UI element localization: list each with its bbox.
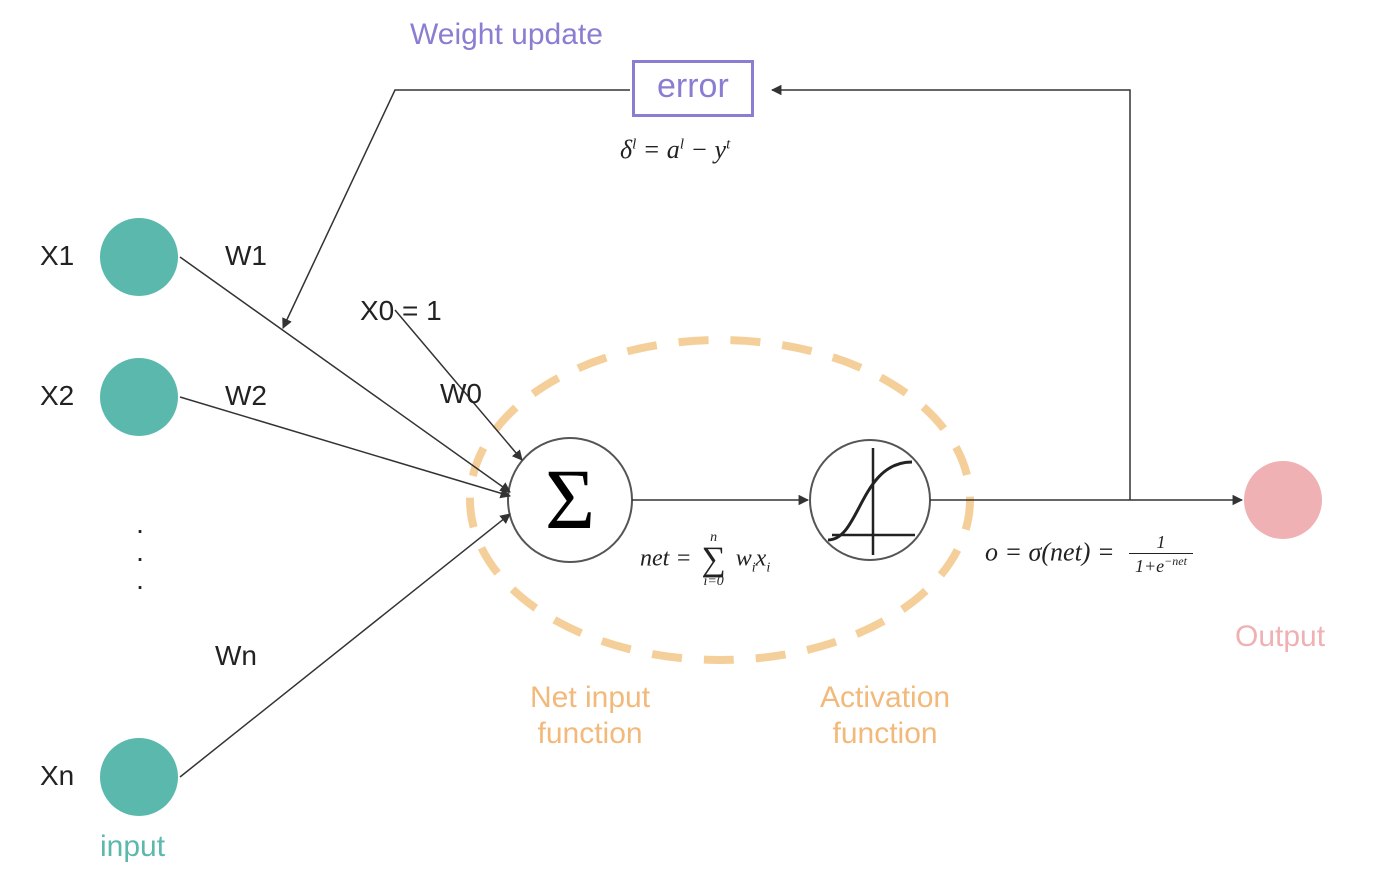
diagram-stage: Σ X1 X2 Xn ... input W1 W2 Wn W0 X0 = 1 … (0, 0, 1400, 886)
label-wn: Wn (215, 640, 257, 672)
sum-circle (508, 438, 632, 562)
act-lhs: o = σ(net) = (985, 537, 1115, 566)
output-caption: Output (1235, 620, 1325, 654)
net-w: w (736, 546, 752, 572)
sigmoid-curve (828, 462, 912, 540)
input-caption: input (100, 830, 165, 864)
frac-bot-exp: −net (1164, 554, 1187, 568)
input-node-x2 (100, 358, 178, 436)
processing-ellipse (470, 340, 970, 660)
frac-top: 1 (1129, 532, 1193, 554)
activation-caption: Activation function (820, 680, 950, 752)
frac-bot-a: 1+e (1135, 556, 1164, 576)
net-formula: net = n ∑ i=0 wixi (640, 530, 770, 590)
net-xi: i (766, 560, 770, 575)
act-caption-2: function (833, 717, 938, 750)
input-ellipsis: ... (134, 510, 146, 594)
edge-error-to-weights (283, 90, 630, 328)
err-supt: t (726, 136, 730, 152)
activation-circle (810, 440, 930, 560)
error-box-text: error (657, 67, 729, 105)
net-x: x (756, 546, 767, 572)
activation-formula: o = σ(net) = 1 1+e−net (985, 532, 1193, 577)
err-minus: − y (690, 135, 726, 164)
error-formula: δl = al − yt (620, 135, 730, 165)
net-sum-bot: i=0 (702, 574, 726, 590)
label-w2: W2 (225, 380, 267, 412)
weight-update-title: Weight update (410, 18, 603, 52)
label-w1: W1 (225, 240, 267, 272)
input-node-x1 (100, 218, 178, 296)
err-sup2: l (680, 136, 684, 152)
label-x1: X1 (40, 240, 74, 272)
output-node (1244, 461, 1322, 539)
input-node-xn (100, 738, 178, 816)
error-box: error (632, 60, 754, 117)
label-bias: X0 = 1 (360, 295, 442, 327)
err-delta: δ (620, 135, 632, 164)
label-x2: X2 (40, 380, 74, 412)
net-lhs: net = (640, 546, 692, 572)
net-caption-1: Net input (530, 681, 650, 714)
net-caption: Net input function (530, 680, 650, 752)
connections-svg: Σ (0, 0, 1400, 886)
err-eq: = a (643, 135, 680, 164)
edge-feedback-to-error (772, 90, 1130, 500)
act-caption-1: Activation (820, 681, 950, 714)
label-xn: Xn (40, 760, 74, 792)
err-sup1: l (632, 136, 636, 152)
net-caption-2: function (538, 717, 643, 750)
sigma-icon: Σ (545, 451, 595, 547)
label-w0: W0 (440, 378, 482, 410)
edge-x1 (180, 257, 510, 492)
